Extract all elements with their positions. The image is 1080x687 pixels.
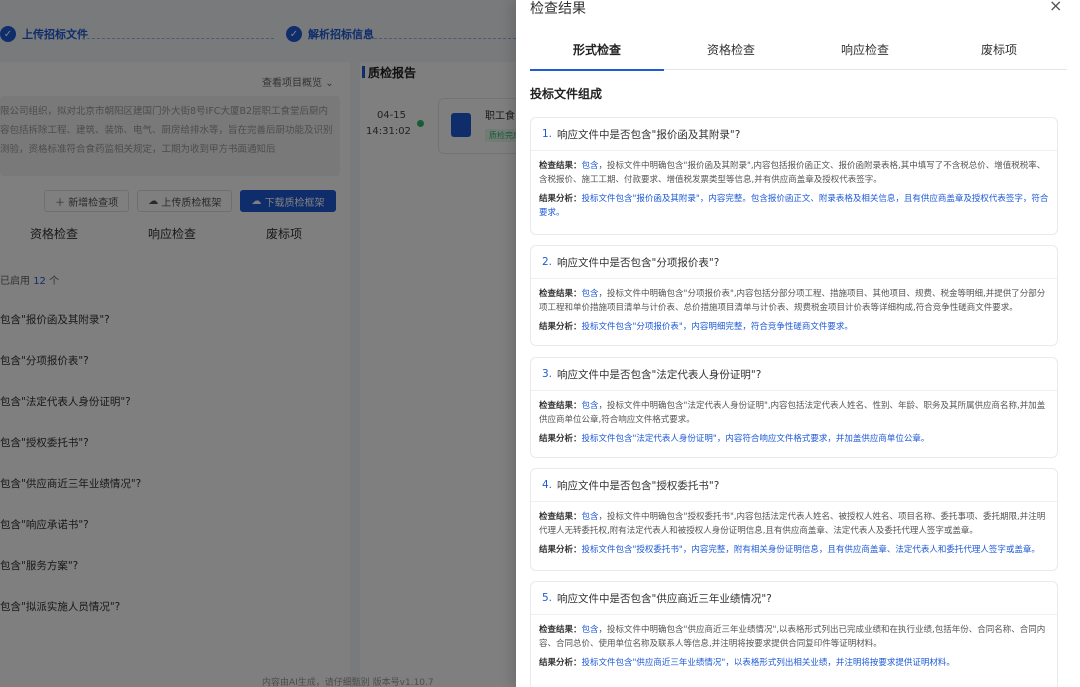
tab-invalid[interactable]: 废标项 <box>932 38 1066 69</box>
close-icon[interactable]: × <box>1049 0 1062 15</box>
drawer-title: 检查结果 <box>530 1 586 17</box>
result-analysis: 结果分析：投标文件包含"分项报价表"，内容明细完整，符合竞争性磋商文件要求。 <box>539 322 853 332</box>
check-result: 检查结果：包含，投标文件中明确包含"报价函及其附录",内容包括报价函正文、报价函… <box>539 161 1046 185</box>
check-result: 检查结果：包含，投标文件中明确包含"供应商近三年业绩情况",以表格形式列出已完成… <box>539 625 1046 649</box>
modal-overlay[interactable] <box>0 0 516 687</box>
card-question: 3. 响应文件中是否包含"法定代表人身份证明"? <box>531 358 1057 391</box>
check-result-drawer: 检查结果 × 形式检查 资格检查 响应检查 废标项 投标文件组成 1. 响应文件中… <box>516 0 1080 687</box>
result-card: 3. 响应文件中是否包含"法定代表人身份证明"? 检查结果：包含，投标文件中明确包… <box>530 357 1058 458</box>
result-analysis: 结果分析：投标文件包含"报价函及其附录"，内容完整。包含报价函正文、附录表格及相… <box>539 194 1049 218</box>
result-tabs: 形式检查 资格检查 响应检查 废标项 <box>530 38 1067 71</box>
check-result: 检查结果：包含，投标文件中明确包含"授权委托书",内容包括法定代表人姓名、被授权… <box>539 512 1046 536</box>
result-card: 4. 响应文件中是否包含"授权委托书"? 检查结果：包含，投标文件中明确包含"授权… <box>530 468 1058 571</box>
card-question: 2. 响应文件中是否包含"分项报价表"? <box>531 246 1057 279</box>
tab-format[interactable]: 形式检查 <box>530 38 664 71</box>
card-question: 4. 响应文件中是否包含"授权委托书"? <box>531 469 1057 502</box>
result-card: 2. 响应文件中是否包含"分项报价表"? 检查结果：包含，投标文件中明确包含"分项… <box>530 245 1058 346</box>
tab-response[interactable]: 响应检查 <box>798 38 932 69</box>
check-result: 检查结果：包含，投标文件中明确包含"分项报价表",内容包括分部分项工程、措施项目… <box>539 289 1046 313</box>
card-question: 1. 响应文件中是否包含"报价函及其附录"? <box>531 118 1057 151</box>
result-analysis: 结果分析：投标文件包含"法定代表人身份证明"，内容符合响应文件格式要求，并加盖供… <box>539 434 930 444</box>
result-analysis: 结果分析：投标文件包含"供应商近三年业绩情况"，以表格形式列出相关业绩，并注明将… <box>539 658 955 668</box>
result-analysis: 结果分析：投标文件包含"授权委托书"，内容完整，附有相关身份证明信息，且有供应商… <box>539 545 1040 555</box>
check-result: 检查结果：包含，投标文件中明确包含"法定代表人身份证明",内容包括法定代表人姓名… <box>539 401 1046 425</box>
section-title: 投标文件组成 <box>530 87 603 101</box>
result-card: 5. 响应文件中是否包含"供应商近三年业绩情况"? 检查结果：包含，投标文件中明确… <box>530 581 1058 687</box>
result-card: 1. 响应文件中是否包含"报价函及其附录"? 检查结果：包含，投标文件中明确包含"… <box>530 117 1058 235</box>
tab-qualification[interactable]: 资格检查 <box>664 38 798 69</box>
card-question: 5. 响应文件中是否包含"供应商近三年业绩情况"? <box>531 582 1057 615</box>
